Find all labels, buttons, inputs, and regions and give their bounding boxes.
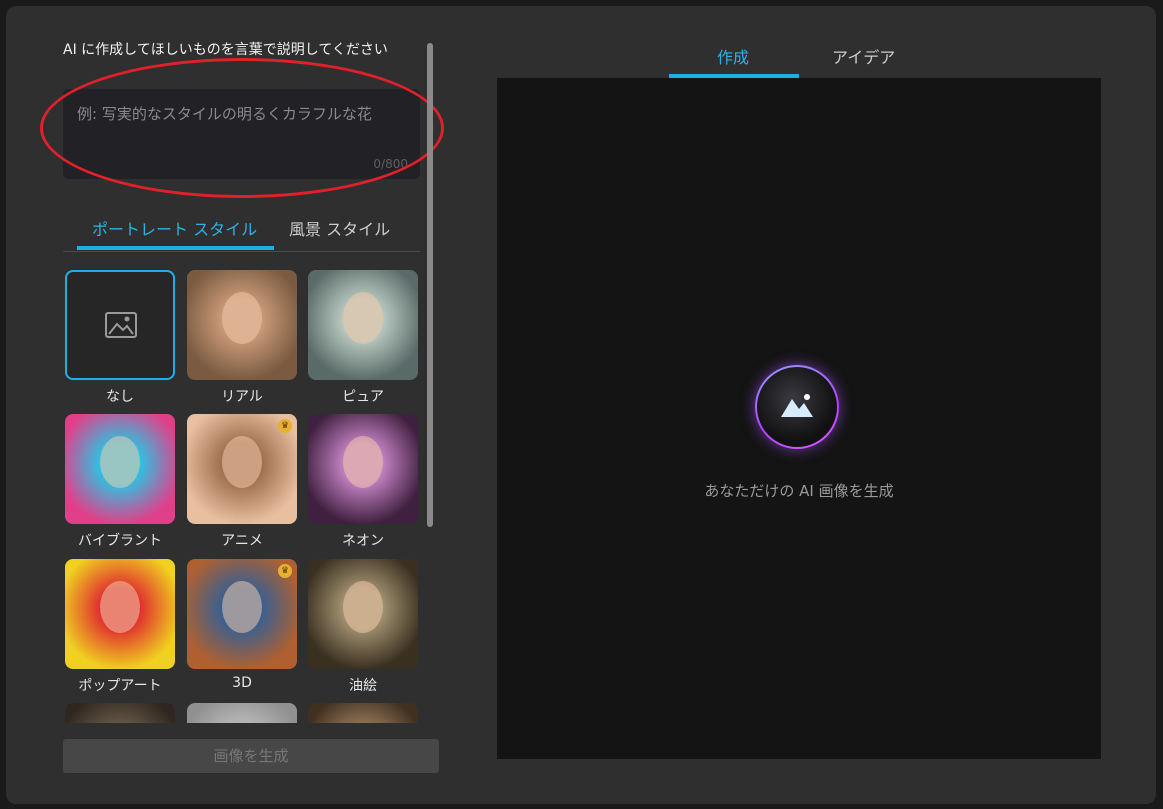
style-label: バイブラント <box>78 533 162 549</box>
style-thumbnail <box>343 581 383 633</box>
style-thumbnail <box>222 436 262 488</box>
preview-area: あなただけの AI 画像を生成 <box>497 78 1101 759</box>
style-option[interactable] <box>308 270 418 380</box>
tab-landscape-style[interactable]: 風景 スタイル <box>289 216 390 240</box>
style-thumbnail <box>100 581 140 633</box>
style-option[interactable] <box>65 559 175 669</box>
style-grid: なし リアル ピュアバイブラント ♛ アニメ ネオンポップアート ♛ 3D 油絵 <box>60 266 425 723</box>
style-option[interactable] <box>187 703 297 723</box>
style-thumbnail <box>222 292 262 344</box>
image-icon <box>105 312 137 338</box>
crown-icon: ♛ <box>278 419 292 433</box>
style-thumbnail <box>222 581 262 633</box>
style-option[interactable] <box>308 414 418 524</box>
mountain-image-icon <box>781 394 813 417</box>
generate-orb <box>755 365 839 449</box>
style-option[interactable] <box>65 414 175 524</box>
style-tabs: ポートレート スタイル 風景 スタイル <box>63 212 420 252</box>
style-option[interactable] <box>308 559 418 669</box>
style-label: リアル <box>221 389 263 405</box>
generate-image-button[interactable]: 画像を生成 <box>63 739 439 773</box>
tab-portrait-style[interactable]: ポートレート スタイル <box>92 216 257 240</box>
style-label: ネオン <box>342 533 384 549</box>
style-thumbnail <box>343 436 383 488</box>
style-thumbnail <box>343 292 383 344</box>
prompt-input[interactable] <box>63 89 420 179</box>
style-label: なし <box>106 389 134 405</box>
style-option[interactable] <box>187 270 297 380</box>
style-option[interactable] <box>65 270 175 380</box>
preview-placeholder-text: あなただけの AI 画像を生成 <box>704 482 894 500</box>
crown-icon: ♛ <box>278 564 292 578</box>
style-label: アニメ <box>221 533 263 549</box>
prompt-title: AI に作成してほしいものを言葉で説明してください <box>63 42 388 58</box>
tab-create[interactable]: 作成 <box>717 44 749 68</box>
style-thumbnail <box>100 436 140 488</box>
style-label: ピュア <box>342 389 384 405</box>
prompt-box: 0/800 <box>63 89 420 179</box>
char-counter: 0/800 <box>373 157 408 171</box>
style-option[interactable] <box>65 703 175 723</box>
style-label: 3D <box>232 675 252 691</box>
style-label: 油絵 <box>349 678 377 694</box>
tab-ideas[interactable]: アイデア <box>832 44 895 68</box>
style-label: ポップアート <box>78 678 162 694</box>
style-option[interactable]: ♛ <box>187 414 297 524</box>
style-option[interactable] <box>308 703 418 723</box>
active-tab-indicator <box>77 246 274 250</box>
style-option[interactable]: ♛ <box>187 559 297 669</box>
scrollbar[interactable] <box>427 43 433 527</box>
